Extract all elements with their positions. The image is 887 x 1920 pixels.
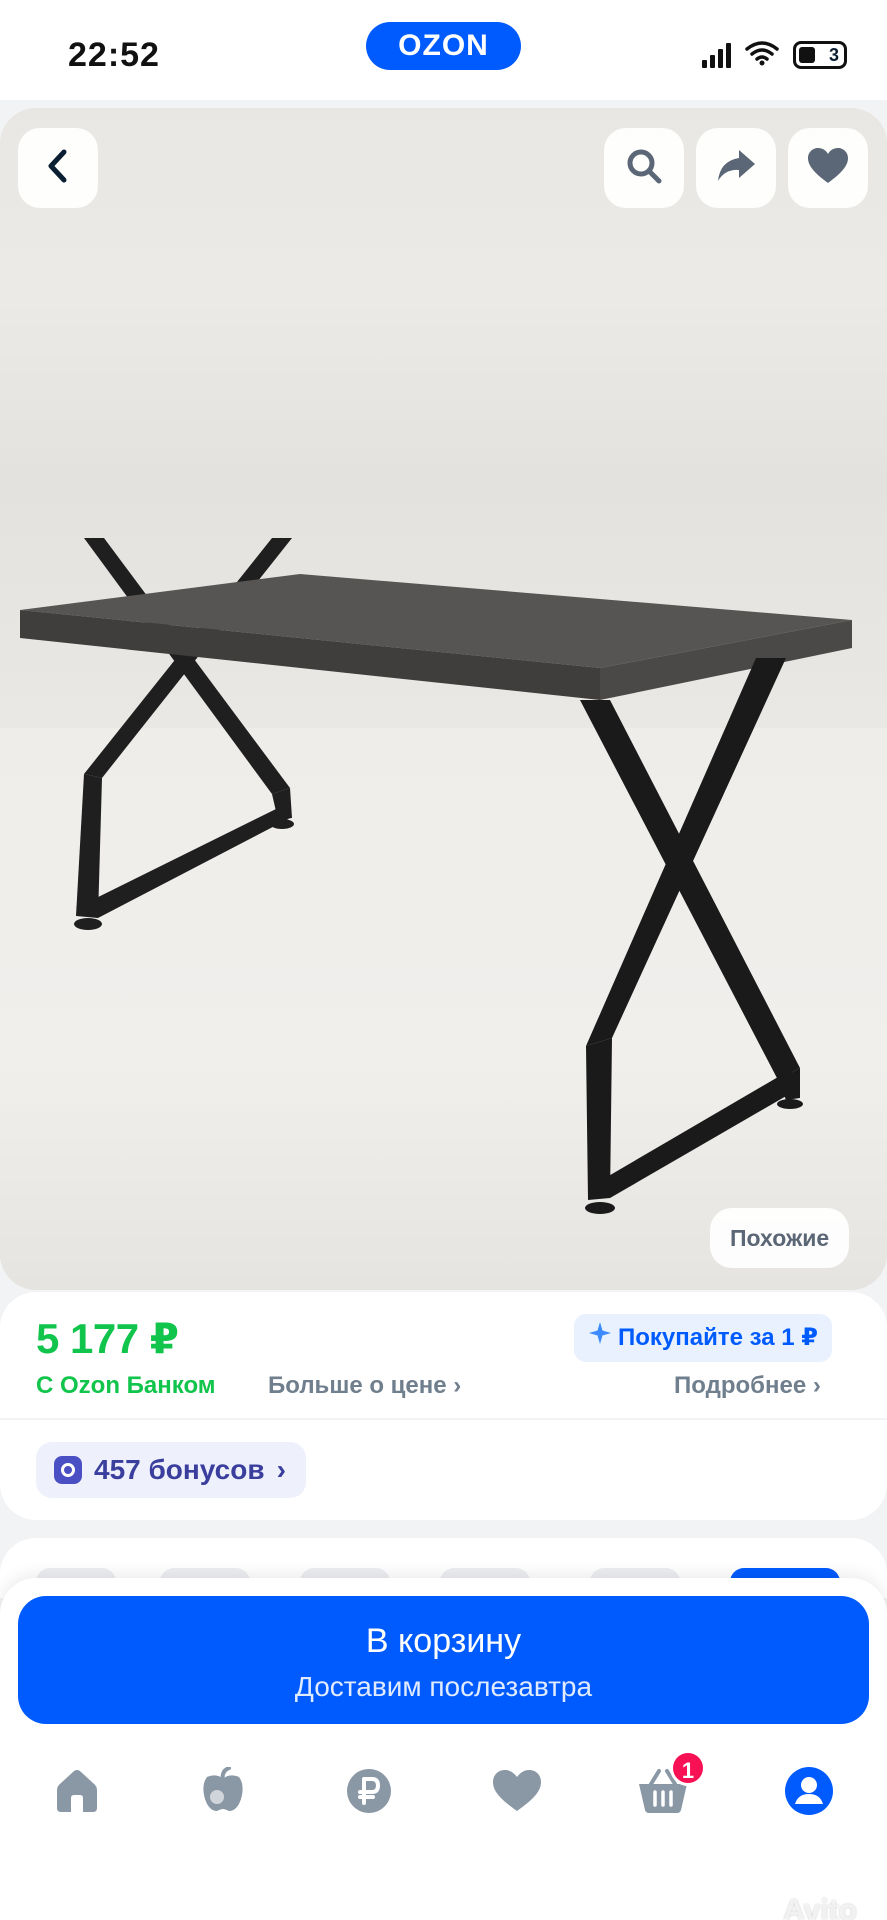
ozon-logo: OZON [366, 22, 521, 70]
tab-favorites[interactable] [472, 1748, 562, 1838]
buy-for-1-ruble-promo[interactable]: Покупайте за 1 ₽ [574, 1314, 832, 1362]
bonus-button[interactable]: 457 бонусов › [36, 1442, 306, 1498]
status-bar: 22:52 OZON 3 [0, 0, 887, 100]
tab-profile[interactable] [764, 1748, 854, 1838]
price-card: 5 177 ₽ С Ozon Банком Больше о цене › По… [0, 1292, 887, 1520]
add-to-cart-label: В корзину [365, 1622, 522, 1660]
chevron-right-icon: › [453, 1372, 462, 1399]
share-icon [715, 148, 757, 189]
profile-icon [784, 1766, 834, 1821]
bonus-icon [54, 1456, 82, 1484]
home-icon [53, 1768, 101, 1819]
cart-count-badge: 1 [670, 1750, 706, 1786]
avito-watermark: Avito [783, 1894, 857, 1920]
heart-icon [492, 1769, 542, 1818]
favorite-button[interactable] [788, 128, 868, 208]
more-about-price-link[interactable]: Больше о цене › [268, 1372, 461, 1400]
price-value: 5 177 ₽ [36, 1315, 179, 1362]
apple-icon [199, 1765, 247, 1820]
divider [0, 1418, 887, 1420]
details-label: Подробнее [674, 1372, 807, 1399]
bottom-tab-bar: 1 [0, 1748, 887, 1838]
status-time: 22:52 [68, 36, 160, 74]
sparkle-icon [588, 1314, 612, 1362]
battery-icon: 3 [793, 41, 847, 69]
heart-icon [807, 147, 849, 190]
details-link[interactable]: Подробнее › [674, 1372, 821, 1400]
bonus-label: 457 бонусов [94, 1454, 265, 1485]
signal-icon [702, 42, 731, 68]
bottom-action-sheet: В корзину Доставим послезавтра 1 [0, 1578, 887, 1920]
tab-cart[interactable]: 1 [618, 1748, 708, 1838]
promo-label: Покупайте за 1 ₽ [618, 1324, 818, 1351]
tab-home[interactable] [32, 1748, 122, 1838]
chevron-right-icon: › [276, 1454, 286, 1485]
share-button[interactable] [696, 128, 776, 208]
chevron-left-icon [43, 148, 73, 189]
tab-fresh[interactable] [178, 1748, 268, 1838]
table-photo [20, 538, 852, 1214]
add-to-cart-button[interactable]: В корзину Доставим послезавтра [18, 1596, 869, 1724]
status-icons: 3 [702, 40, 847, 70]
tab-finance[interactable] [324, 1748, 414, 1838]
delivery-info: Доставим послезавтра [294, 1671, 593, 1702]
wifi-icon [745, 40, 779, 71]
ozon-bank-label: С Ozon Банком [36, 1372, 216, 1399]
similar-products-button[interactable]: Похожие [710, 1208, 850, 1268]
chevron-right-icon: › [812, 1372, 821, 1399]
more-about-price-label: Больше о цене [268, 1372, 447, 1399]
search-button[interactable] [604, 128, 684, 208]
ruble-icon [345, 1767, 393, 1820]
search-icon [624, 146, 664, 191]
back-button[interactable] [18, 128, 98, 208]
product-image-gallery[interactable]: Похожие [0, 108, 887, 1290]
